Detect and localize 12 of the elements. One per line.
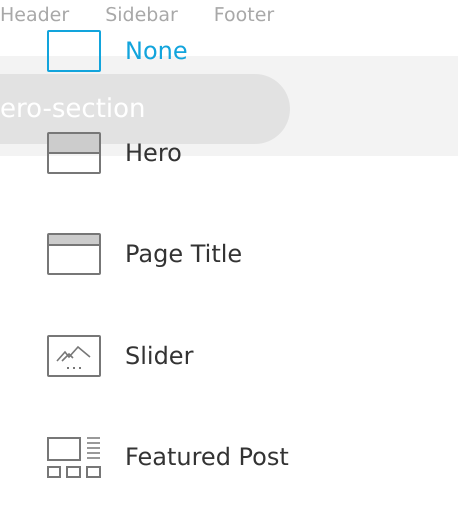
empty-frame-icon bbox=[47, 30, 101, 72]
menu-item[interactable]: Featured Post bbox=[47, 436, 289, 478]
title-bar-frame-icon bbox=[47, 233, 101, 276]
menu-item[interactable]: Slider bbox=[47, 334, 194, 377]
mountain-picture-icon bbox=[47, 334, 101, 377]
split-frame-icon bbox=[47, 132, 101, 174]
menu-item[interactable]: None bbox=[47, 30, 188, 72]
grid-layout-icon bbox=[47, 436, 101, 478]
tab[interactable]: Sidebar bbox=[105, 4, 178, 26]
tab[interactable]: Header bbox=[0, 4, 70, 26]
menu-item[interactable]: Page Title bbox=[47, 233, 242, 276]
tab[interactable]: Footer bbox=[214, 4, 274, 26]
